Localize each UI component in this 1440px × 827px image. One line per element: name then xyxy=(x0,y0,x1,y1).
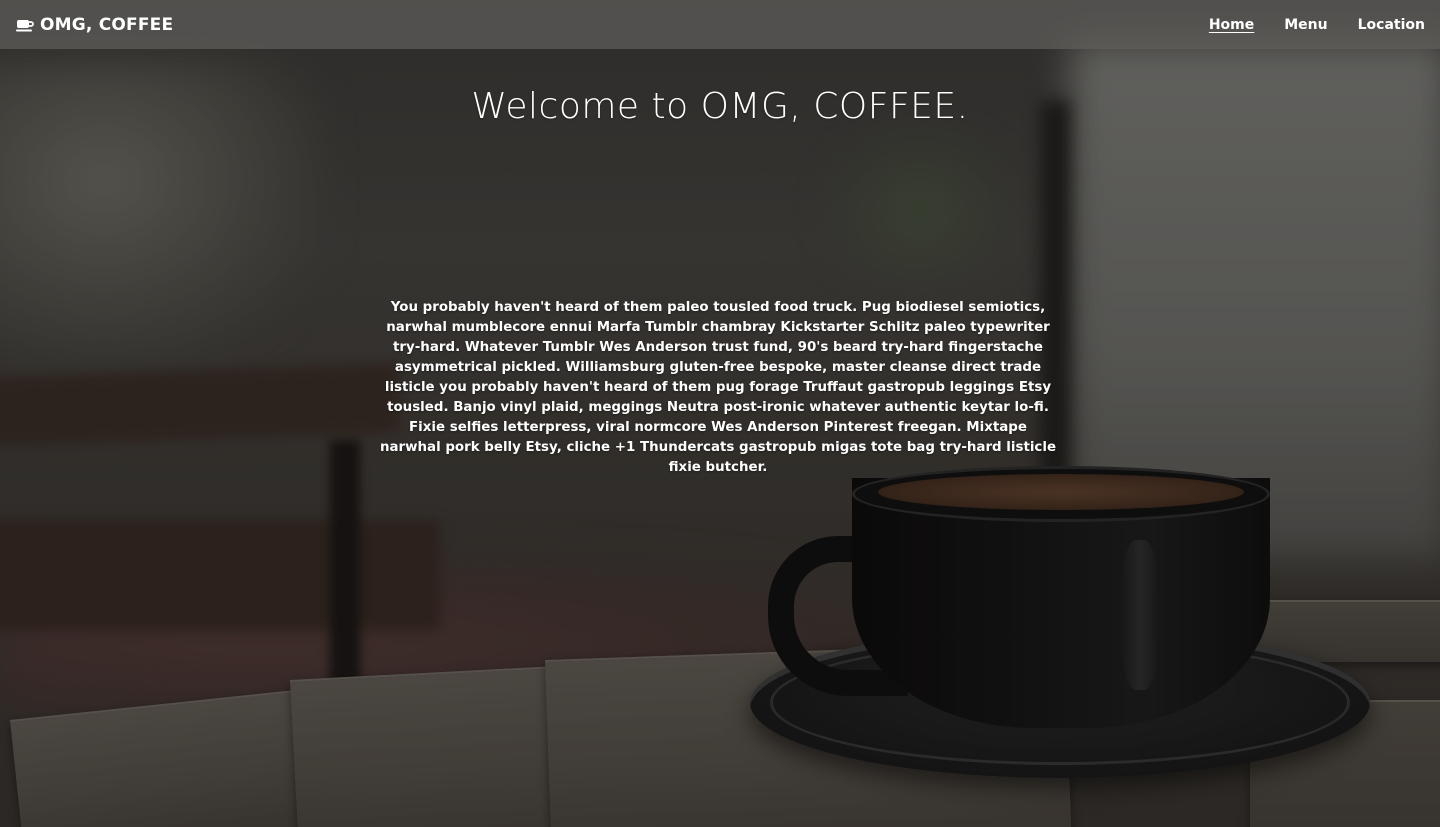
coffee-cup-icon xyxy=(16,17,34,33)
nav-link-menu[interactable]: Menu xyxy=(1284,17,1327,33)
navbar: OMG, COFFEE Home Menu Location xyxy=(0,0,1440,49)
nav-link-home[interactable]: Home xyxy=(1209,17,1254,33)
hero-body-text: You probably haven't heard of them paleo… xyxy=(379,300,1057,475)
nav-links: Home Menu Location xyxy=(1209,17,1425,33)
page: OMG, COFFEE Home Menu Location Welcome t… xyxy=(0,0,1440,827)
nav-link-location[interactable]: Location xyxy=(1358,17,1425,33)
hero-title: Welcome to OMG, COFFEE. xyxy=(471,86,969,127)
brand-link[interactable]: OMG, COFFEE xyxy=(16,15,173,35)
brand-name: OMG, COFFEE xyxy=(40,14,174,35)
